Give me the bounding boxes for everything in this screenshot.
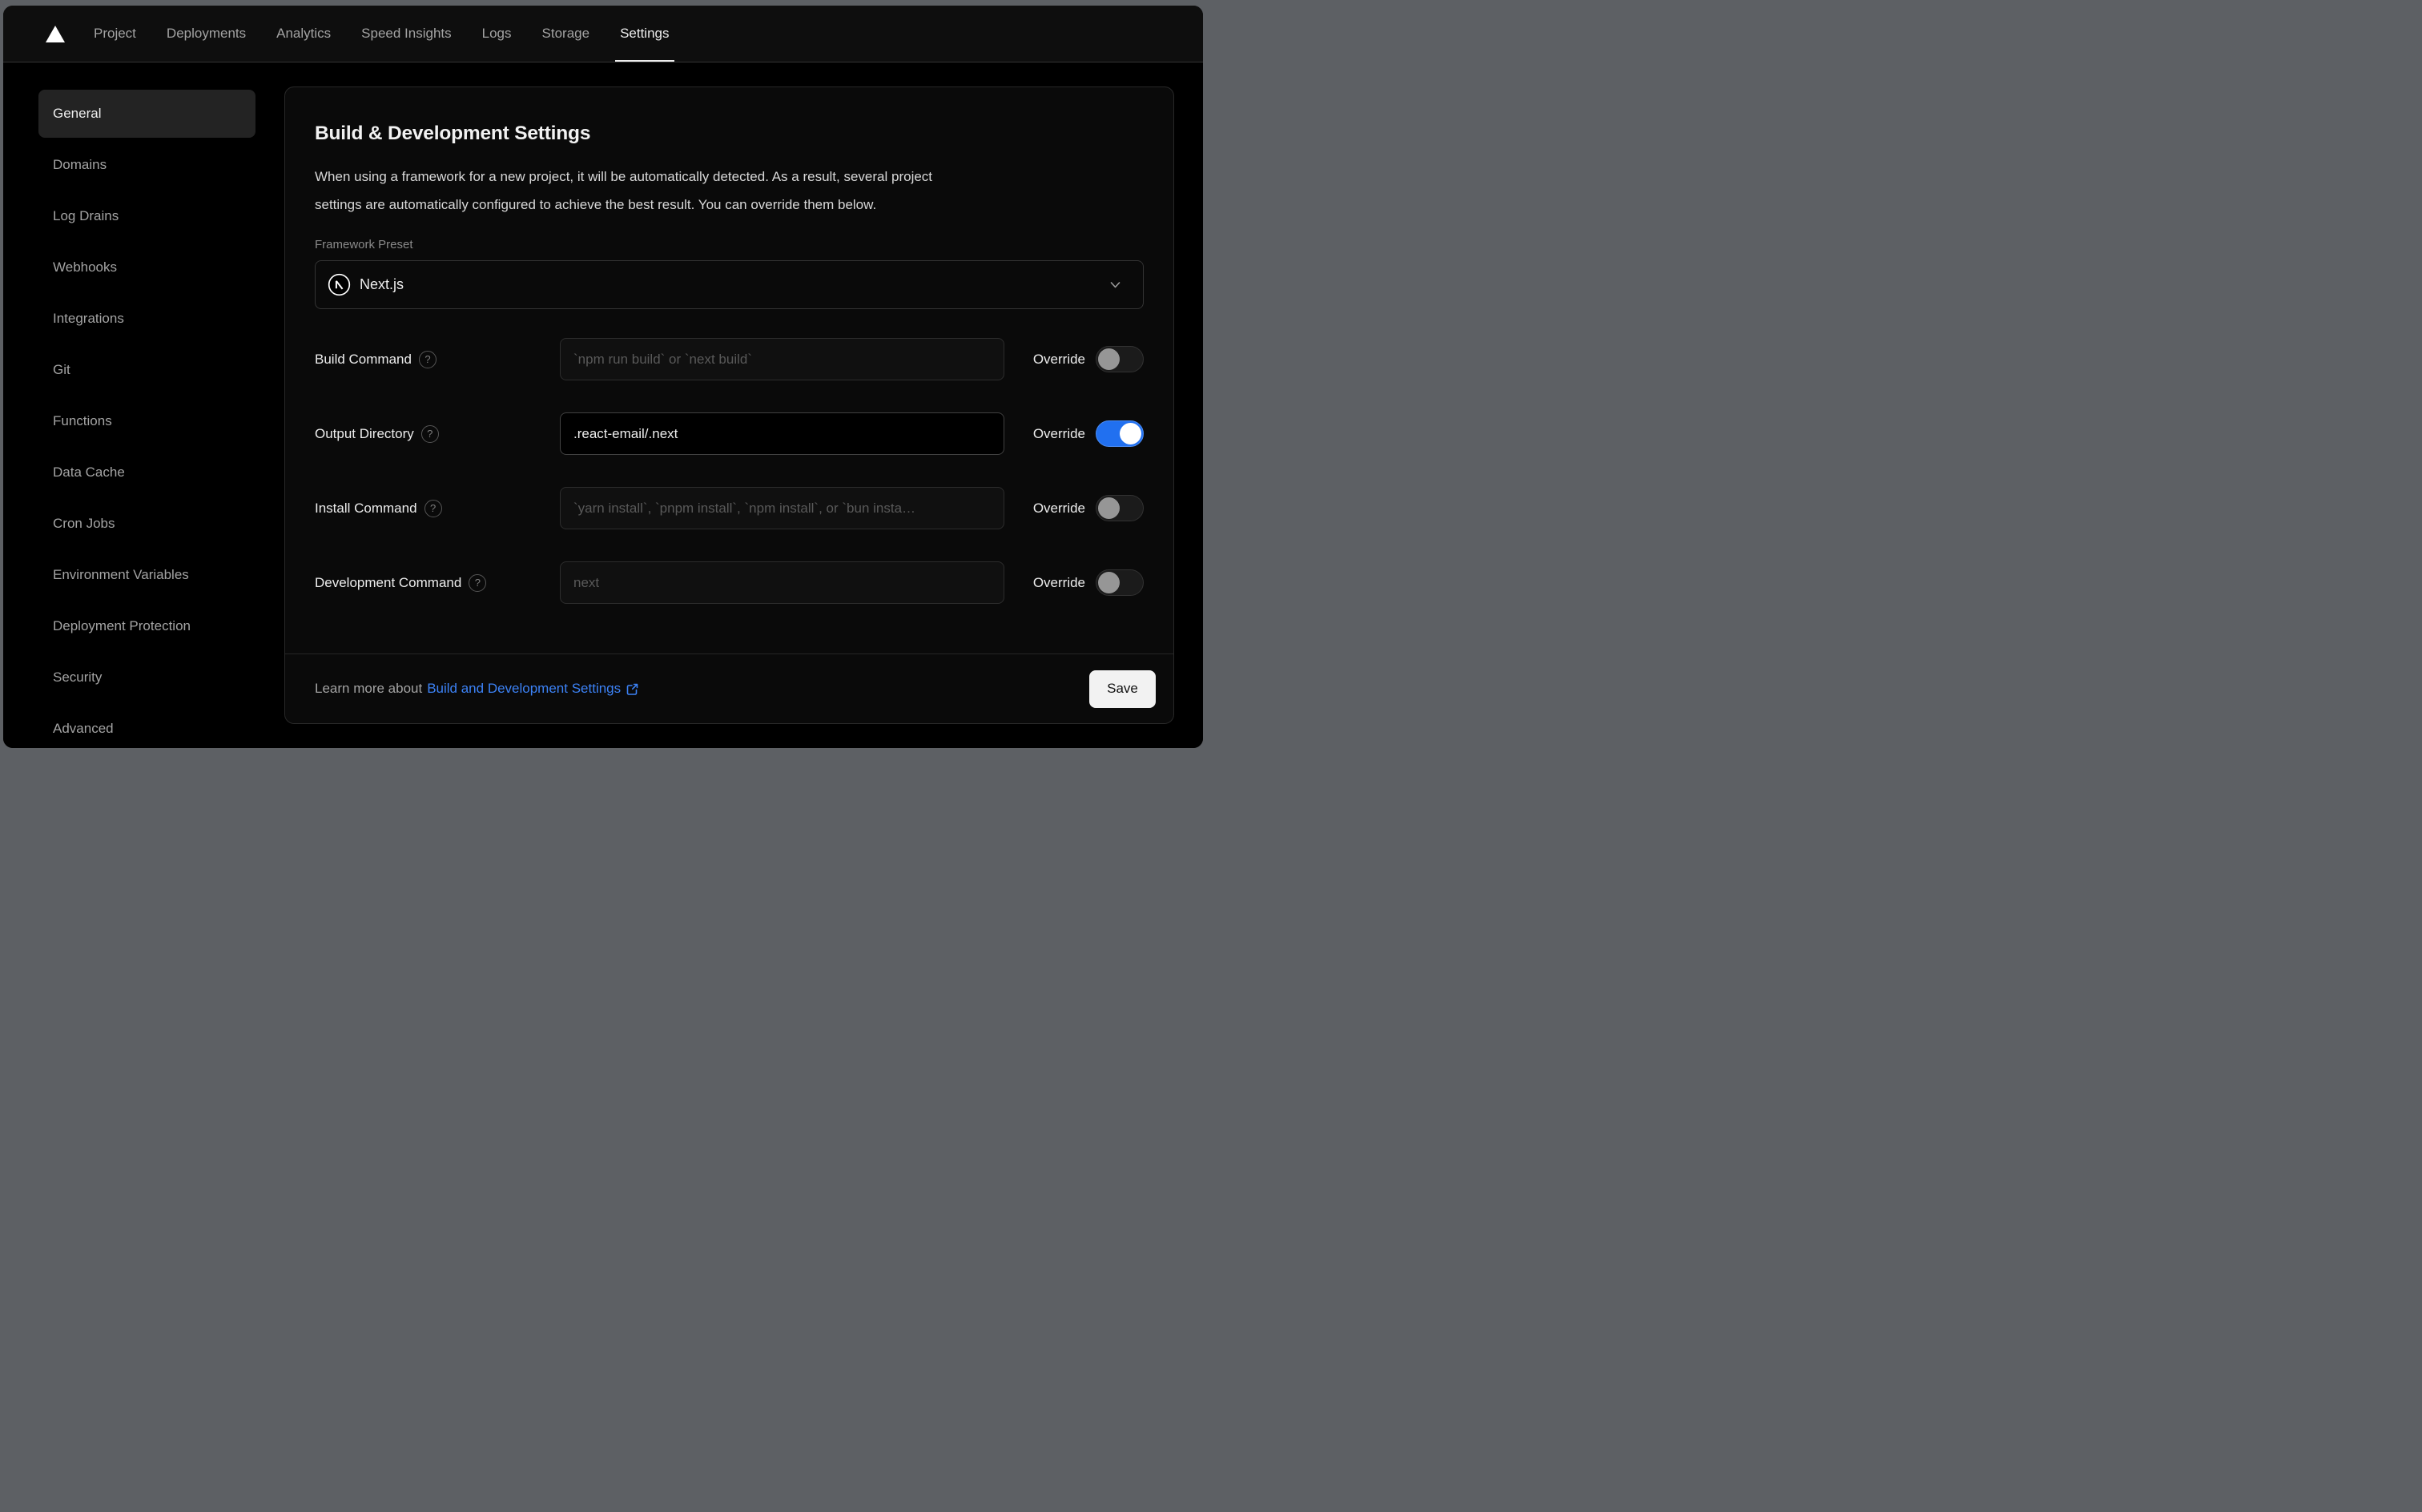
override-label: Override	[1032, 574, 1085, 590]
output-directory-row: Output Directory ? Override	[315, 412, 1144, 455]
help-icon[interactable]: ?	[418, 350, 437, 368]
link-text: Build and Development Settings	[427, 681, 622, 696]
framework-preset-select[interactable]: Next.js	[315, 260, 1144, 309]
toggle-knob	[1098, 572, 1120, 593]
development-command-override-toggle[interactable]	[1096, 569, 1144, 596]
build-command-override-toggle[interactable]	[1096, 346, 1144, 372]
sidebar-item-security[interactable]: Security	[38, 653, 255, 702]
content-area: General Domains Log Drains Webhooks Inte…	[3, 62, 1203, 748]
output-directory-input[interactable]	[560, 412, 1004, 455]
override-label: Override	[1032, 351, 1085, 367]
sidebar-item-functions[interactable]: Functions	[38, 397, 255, 445]
help-icon[interactable]: ?	[420, 424, 439, 443]
install-command-override-toggle[interactable]	[1096, 495, 1144, 521]
development-command-input[interactable]	[560, 561, 1004, 604]
framework-preset-value: Next.js	[360, 276, 404, 292]
build-settings-card: Build & Development Settings When using …	[284, 86, 1174, 724]
nav-item-deployments[interactable]: Deployments	[167, 6, 246, 62]
card-description: When using a framework for a new project…	[315, 163, 1144, 219]
sidebar-item-cron-jobs[interactable]: Cron Jobs	[38, 500, 255, 548]
install-command-row: Install Command ? Override	[315, 487, 1144, 529]
nav-item-logs[interactable]: Logs	[482, 6, 512, 62]
sidebar-item-webhooks[interactable]: Webhooks	[38, 243, 255, 292]
toggle-knob	[1098, 348, 1120, 370]
footer-text: Learn more about	[315, 681, 423, 696]
description-line: When using a framework for a new project…	[315, 169, 933, 184]
settings-sidebar: General Domains Log Drains Webhooks Inte…	[3, 62, 284, 748]
help-icon[interactable]: ?	[469, 573, 487, 592]
nav-item-analytics[interactable]: Analytics	[276, 6, 331, 62]
card-footer: Learn more about Build and Development S…	[285, 653, 1173, 723]
override-label: Override	[1032, 500, 1085, 516]
toggle-knob	[1098, 497, 1120, 519]
sidebar-item-general[interactable]: General	[38, 90, 255, 138]
settings-rows: Build Command ? Override Output D	[315, 338, 1144, 604]
install-command-label: Install Command	[315, 500, 417, 516]
build-command-row: Build Command ? Override	[315, 338, 1144, 380]
sidebar-item-domains[interactable]: Domains	[38, 141, 255, 189]
development-command-label: Development Command	[315, 574, 462, 590]
external-link-icon	[626, 683, 638, 695]
build-settings-docs-link[interactable]: Build and Development Settings	[427, 681, 639, 697]
install-command-input[interactable]	[560, 487, 1004, 529]
sidebar-item-deployment-protection[interactable]: Deployment Protection	[38, 602, 255, 650]
sidebar-item-git[interactable]: Git	[38, 346, 255, 394]
nextjs-logo-icon	[328, 273, 351, 296]
description-line: settings are automatically configured to…	[315, 197, 877, 212]
save-button[interactable]: Save	[1089, 670, 1156, 708]
nav-item-settings[interactable]: Settings	[615, 6, 674, 62]
chevron-down-icon	[1110, 282, 1120, 288]
build-command-label: Build Command	[315, 351, 412, 367]
page-title: Build & Development Settings	[315, 123, 591, 144]
development-command-row: Development Command ? Override	[315, 561, 1144, 604]
override-label: Override	[1032, 425, 1085, 441]
framework-preset-label: Framework Preset	[315, 238, 413, 251]
sidebar-item-integrations[interactable]: Integrations	[38, 295, 255, 343]
output-directory-label: Output Directory	[315, 425, 414, 441]
output-directory-override-toggle[interactable]	[1096, 420, 1144, 447]
sidebar-item-data-cache[interactable]: Data Cache	[38, 448, 255, 497]
nav-item-speed-insights[interactable]: Speed Insights	[361, 6, 451, 62]
sidebar-item-environment-variables[interactable]: Environment Variables	[38, 551, 255, 599]
toggle-knob	[1120, 423, 1141, 444]
nav-item-storage[interactable]: Storage	[542, 6, 590, 62]
build-command-input[interactable]	[560, 338, 1004, 380]
top-navigation: Project Deployments Analytics Speed Insi…	[3, 6, 1203, 62]
help-icon[interactable]: ?	[424, 499, 442, 517]
sidebar-item-log-drains[interactable]: Log Drains	[38, 192, 255, 240]
vercel-logo-icon[interactable]	[46, 25, 65, 42]
app-window: Project Deployments Analytics Speed Insi…	[3, 6, 1203, 748]
main-panel: Build & Development Settings When using …	[284, 62, 1203, 748]
sidebar-item-advanced[interactable]: Advanced	[38, 705, 255, 748]
nav-item-project[interactable]: Project	[94, 6, 136, 62]
